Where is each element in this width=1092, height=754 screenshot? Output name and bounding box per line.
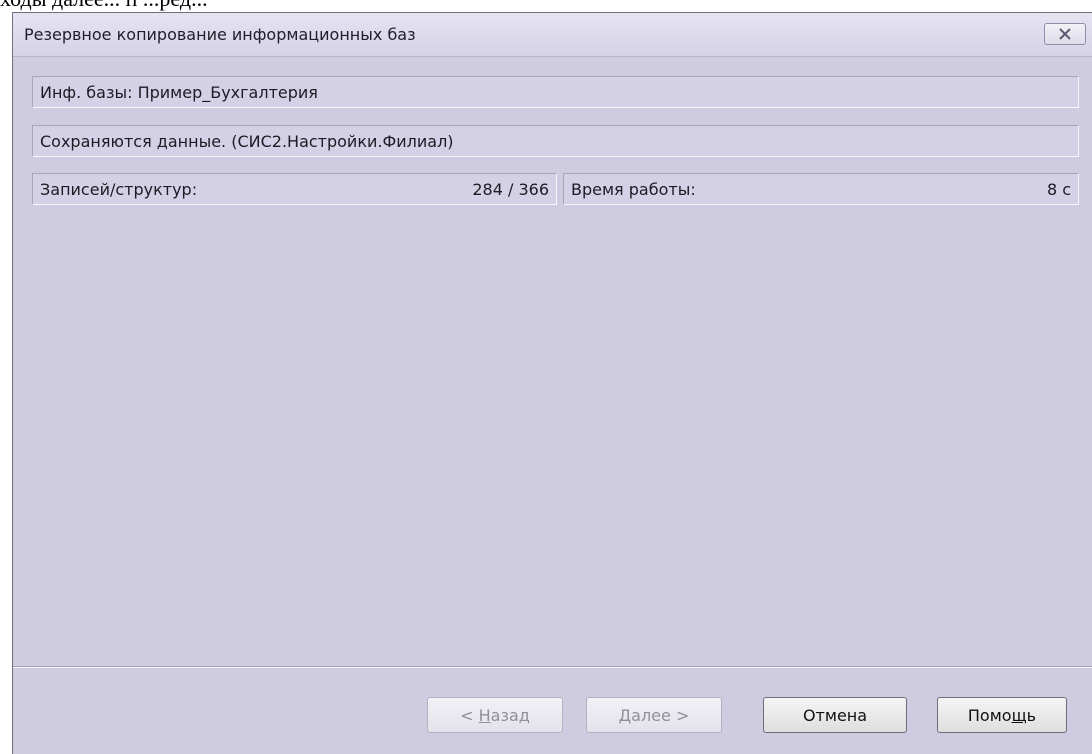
backup-dialog: Резервное копирование информационных баз… — [12, 12, 1092, 754]
next-button[interactable]: Далее > — [586, 697, 722, 733]
info-base-field: Инф. базы: Пример_Бухгалтерия — [32, 76, 1079, 108]
back-button[interactable]: < Назад — [427, 697, 563, 733]
window-title: Резервное копирование информационных баз — [24, 25, 416, 44]
cancel-button[interactable]: Отмена — [763, 697, 907, 733]
help-button[interactable]: Помо щ ь — [937, 697, 1067, 733]
info-base-label: Инф. базы: — [40, 83, 133, 102]
info-base-value: Пример_Бухгалтерия — [137, 83, 318, 102]
time-value: 8 с — [1046, 180, 1071, 199]
status-field: Сохраняются данные. (СИС2.Настройки.Фили… — [32, 125, 1079, 157]
records-field: Записей/структур: 284 / 366 — [32, 173, 557, 205]
records-value: 284 / 366 — [472, 180, 549, 199]
records-label: Записей/структур: — [40, 180, 198, 199]
close-button[interactable] — [1044, 23, 1086, 45]
title-bar: Резервное копирование информационных баз — [13, 13, 1092, 57]
close-icon — [1059, 28, 1071, 40]
footer-divider — [13, 666, 1092, 668]
time-field: Время работы: 8 с — [563, 173, 1079, 205]
time-label: Время работы: — [571, 180, 696, 199]
status-text: Сохраняются данные. (СИС2.Настройки.Фили… — [40, 132, 454, 151]
background-document-text: ходы далее... п ...ред... — [0, 0, 208, 12]
